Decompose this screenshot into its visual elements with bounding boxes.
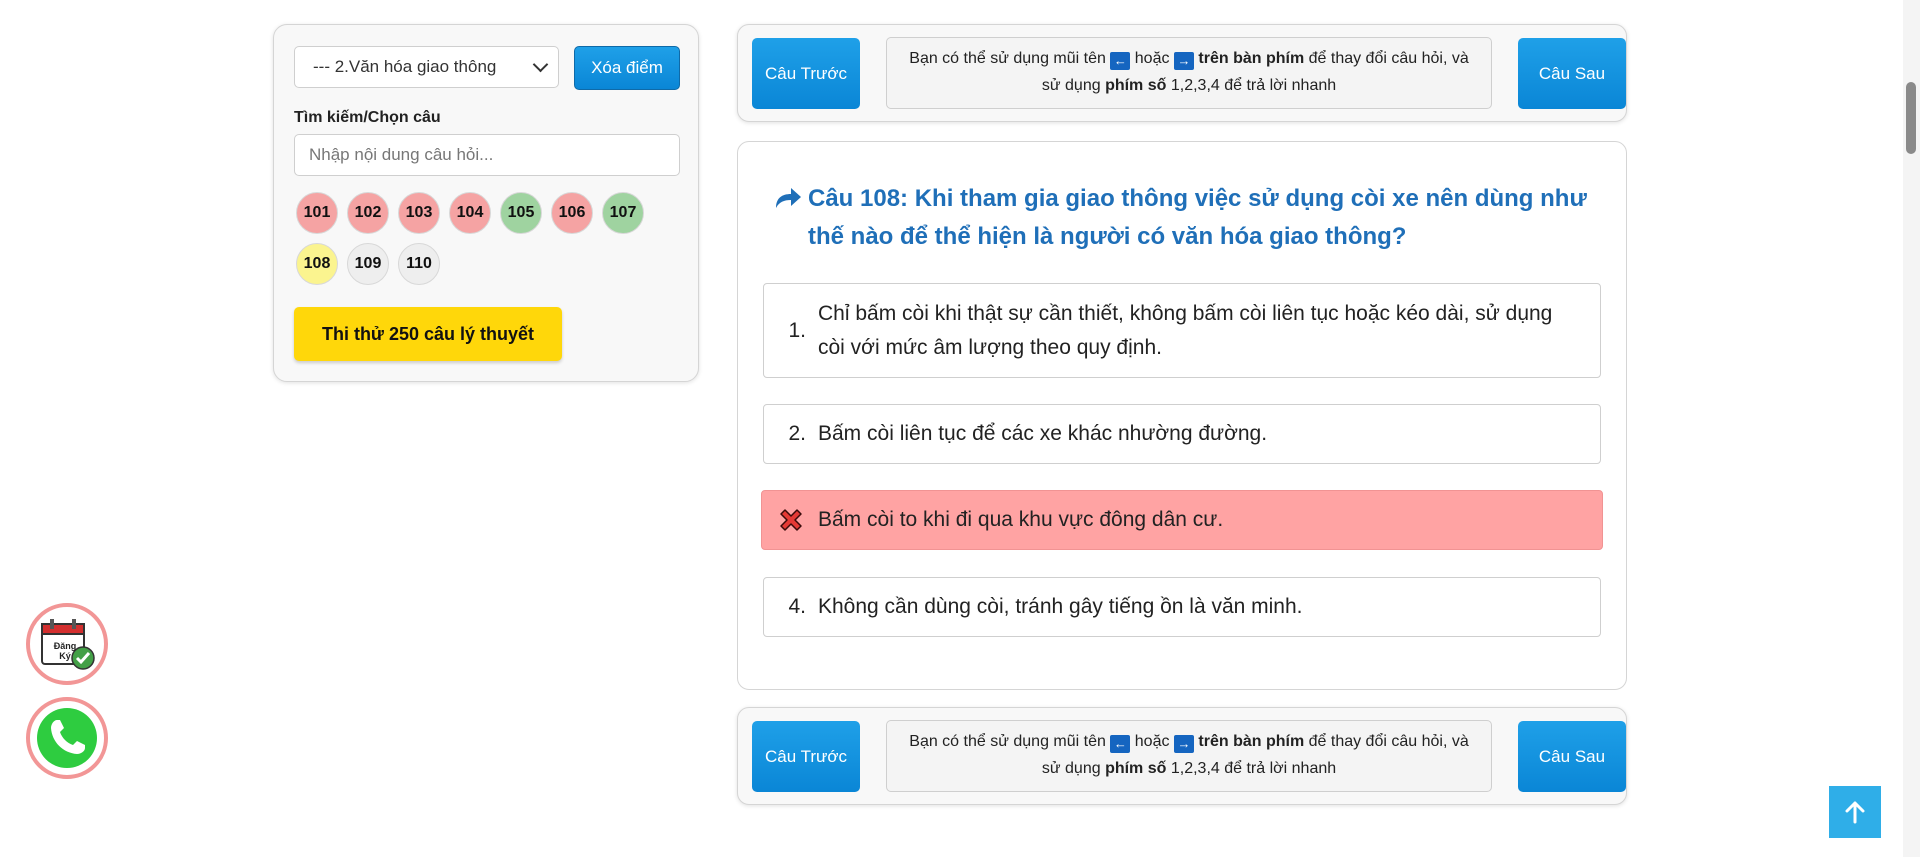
hint-text: sử dụng <box>1041 760 1101 777</box>
answer-text: Chỉ bấm còi khi thật sự cần thiết, không… <box>818 301 1553 359</box>
answer-number: 1. <box>788 318 806 342</box>
answer-option-2[interactable]: 2. Bấm còi liên tục để các xe khác nhườn… <box>763 404 1601 464</box>
question-sidebar: --- 2.Văn hóa giao thông Xóa điểm Tìm ki… <box>273 24 699 382</box>
question-nav-top: Câu Trước Bạn có thể sử dụng mũi tên ← h… <box>737 24 1627 122</box>
keyboard-hint: Bạn có thể sử dụng mũi tên ← hoặc → trên… <box>886 720 1492 792</box>
hint-text: hoặc <box>1134 733 1170 750</box>
hint-text: phím số <box>1105 760 1167 777</box>
question-number-button[interactable]: 104 <box>449 192 491 234</box>
next-question-button[interactable]: Câu Sau <box>1518 38 1626 109</box>
prev-question-button[interactable]: Câu Trước <box>752 38 860 109</box>
hint-text: phím số <box>1105 77 1167 94</box>
register-label-line: Đăng <box>53 641 77 651</box>
arrow-left-key-icon: ← <box>1110 52 1131 70</box>
answer-option-3[interactable]: Bấm còi to khi đi qua khu vực đông dân c… <box>761 490 1603 550</box>
answer-number: 4. <box>788 595 806 618</box>
question-number-button[interactable]: 105 <box>500 192 542 234</box>
topic-select-value: --- 2.Văn hóa giao thông <box>313 57 497 76</box>
hint-text: Bạn có thể sử dụng mũi tên <box>909 733 1106 750</box>
arrow-right-key-icon: → <box>1173 52 1194 70</box>
search-input[interactable]: Nhập nội dung câu hỏi... <box>294 134 680 176</box>
question-number-button[interactable]: 108 <box>296 243 338 285</box>
question-number-button[interactable]: 110 <box>398 243 440 285</box>
share-arrow-icon <box>776 188 801 208</box>
chevron-down-icon <box>532 56 549 73</box>
question-number-button[interactable]: 107 <box>602 192 644 234</box>
question-number-button[interactable]: 109 <box>347 243 389 285</box>
question-nav-bottom: Câu Trước Bạn có thể sử dụng mũi tên ← h… <box>737 707 1627 805</box>
trial-exam-button[interactable]: Thi thử 250 câu lý thuyết <box>294 307 562 361</box>
hint-text: 1,2,3,4 để trả lời nhanh <box>1170 77 1337 94</box>
hint-text: trên bàn phím <box>1198 50 1305 67</box>
question-number-button[interactable]: 106 <box>551 192 593 234</box>
prev-question-button[interactable]: Câu Trước <box>752 721 860 792</box>
answer-option-1[interactable]: 1. Chỉ bấm còi khi thật sự cần thiết, kh… <box>763 283 1601 378</box>
question-card: Câu 108: Khi tham gia giao thông việc sử… <box>737 141 1627 690</box>
question-title: Câu 108: Khi tham gia giao thông việc sử… <box>808 185 1587 250</box>
topic-select[interactable]: --- 2.Văn hóa giao thông <box>294 46 559 88</box>
question-number-button[interactable]: 102 <box>347 192 389 234</box>
answer-number: 2. <box>788 422 806 445</box>
hint-text: Bạn có thể sử dụng mũi tên <box>909 50 1106 67</box>
phone-float-button[interactable] <box>26 697 108 779</box>
question-number-button[interactable]: 103 <box>398 192 440 234</box>
next-question-button[interactable]: Câu Sau <box>1518 721 1626 792</box>
search-label: Tìm kiếm/Chọn câu <box>294 109 441 126</box>
register-label: Đăng Ký <box>48 641 82 661</box>
register-float-button[interactable]: Đăng Ký <box>26 603 108 685</box>
answer-text: Không cần dùng còi, tránh gây tiếng ồn l… <box>818 595 1303 618</box>
hint-text: sử dụng <box>1041 77 1101 94</box>
question-number-button[interactable]: 101 <box>296 192 338 234</box>
clear-score-button[interactable]: Xóa điểm <box>574 46 680 90</box>
register-label-line: Ký <box>59 651 71 661</box>
arrow-right-key-icon: → <box>1173 735 1194 753</box>
scroll-top-button[interactable] <box>1829 786 1881 838</box>
hint-text: để thay đổi câu hỏi, và <box>1308 733 1469 750</box>
phone-icon <box>37 708 97 768</box>
answer-text: Bấm còi to khi đi qua khu vực đông dân c… <box>818 508 1224 531</box>
question-number-grid: 101 102 103 104 105 106 107 108 109 110 <box>296 192 676 285</box>
hint-text: hoặc <box>1134 50 1170 67</box>
arrow-up-icon <box>1845 801 1865 824</box>
arrow-left-key-icon: ← <box>1110 735 1131 753</box>
keyboard-hint: Bạn có thể sử dụng mũi tên ← hoặc → trên… <box>886 37 1492 109</box>
hint-text: 1,2,3,4 để trả lời nhanh <box>1170 760 1337 777</box>
hint-text: trên bàn phím <box>1198 733 1305 750</box>
answer-text: Bấm còi liên tục để các xe khác nhường đ… <box>818 422 1268 445</box>
hint-text: để thay đổi câu hỏi, và <box>1308 50 1469 67</box>
wrong-x-icon <box>780 509 802 531</box>
search-placeholder: Nhập nội dung câu hỏi... <box>309 145 494 164</box>
scrollbar-thumb[interactable] <box>1906 82 1916 154</box>
answer-option-4[interactable]: 4. Không cần dùng còi, tránh gây tiếng ồ… <box>763 577 1601 637</box>
